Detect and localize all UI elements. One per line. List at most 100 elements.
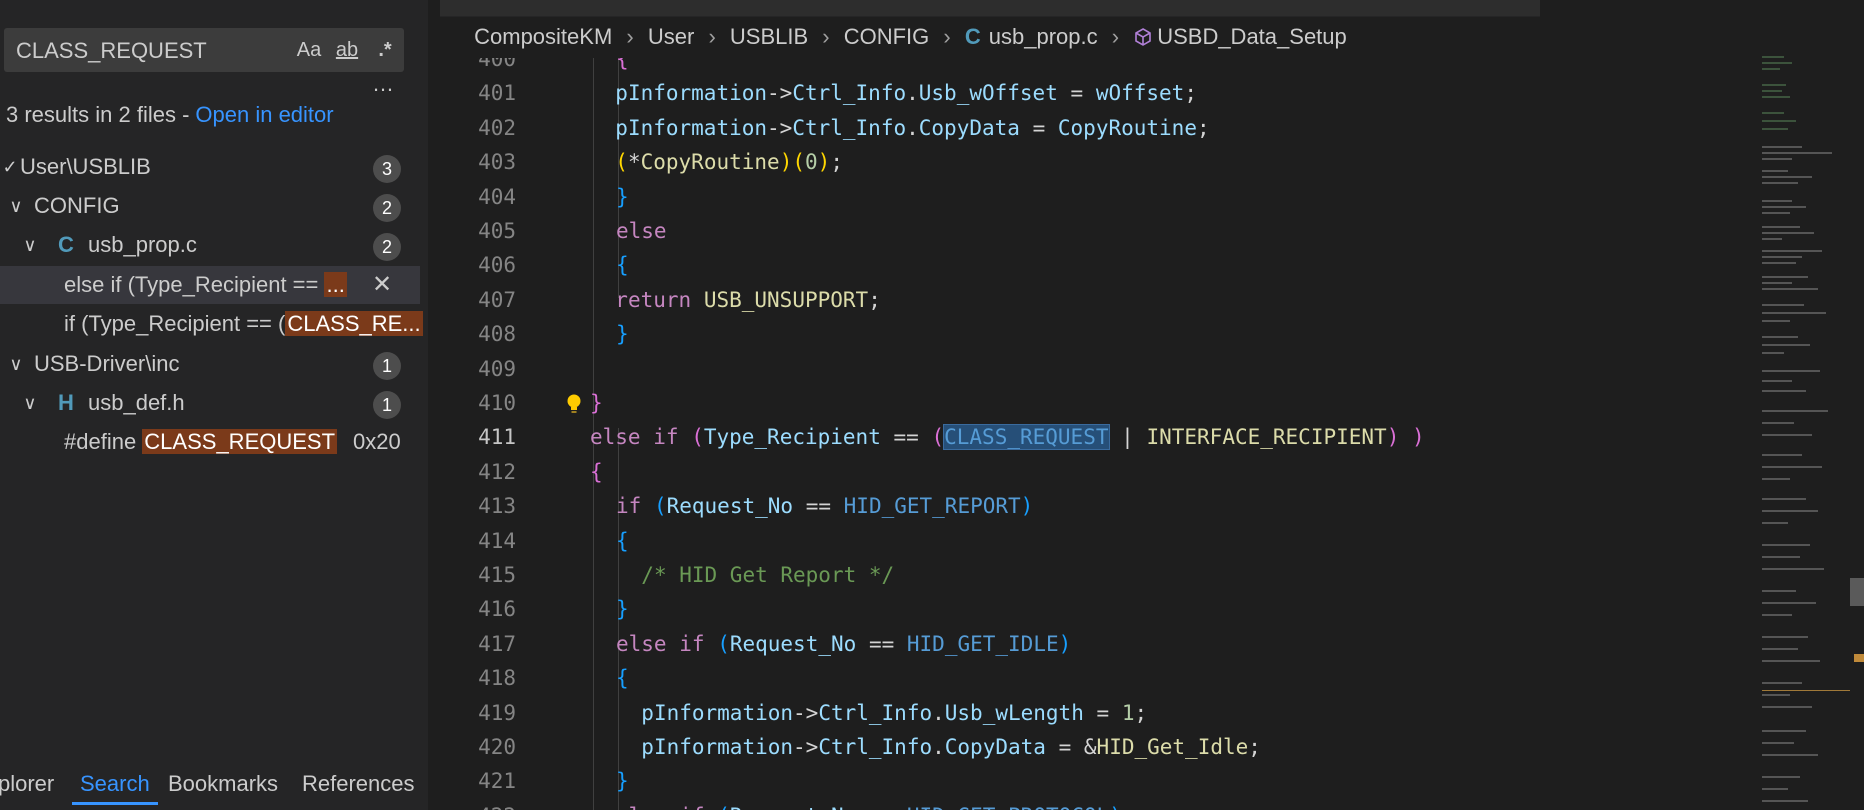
code-line[interactable]: 411 else if (Type_Recipient == (CLASS_REQ…	[440, 420, 1760, 454]
tree-item-label: usb_prop.c	[88, 232, 197, 257]
code-text: if (Request_No == HID_GET_REPORT)	[616, 494, 1034, 519]
more-actions-icon[interactable]: …	[372, 73, 395, 95]
code-line[interactable]: 408}	[440, 317, 1760, 351]
result-folder[interactable]: ✓ User\USBLIB 3	[0, 148, 420, 186]
tab-references[interactable]: References	[302, 766, 415, 802]
code-line[interactable]: 401 pInformation->Ctrl_Info.Usb_wOffset …	[440, 76, 1760, 110]
code-line[interactable]: 414 {	[440, 524, 1760, 558]
code-line[interactable]: 405 else	[440, 214, 1760, 248]
code-line[interactable]: 406 {	[440, 248, 1760, 282]
result-folder[interactable]: ∨ USB-Driver\inc 1	[0, 345, 420, 383]
tab-explorer[interactable]: plorer	[0, 766, 54, 802]
search-match-line[interactable]: else if (Type_Recipient == ... ✕	[0, 266, 420, 304]
sidebar-tab-bar: plorer Search Bookmarks References	[0, 760, 428, 810]
scrollbar-match-marker	[1850, 578, 1864, 606]
tree-item-label: User\USBLIB	[20, 154, 151, 179]
line-number: 414	[478, 528, 516, 553]
match-suffix: 0x20	[353, 429, 401, 454]
result-count-badge: 2	[373, 233, 401, 261]
chevron-right-icon: ›	[943, 24, 951, 49]
tab-bookmarks[interactable]: Bookmarks	[168, 766, 278, 802]
code-line[interactable]: 409	[440, 352, 1760, 386]
code-line[interactable]: 422 else if (Request_No == HID_GET_PROTOC…	[440, 799, 1760, 810]
code-text: {	[616, 666, 629, 691]
search-match-line[interactable]: if (Type_Recipient == (CLASS_RE...	[0, 305, 423, 343]
c-file-icon: C	[58, 232, 74, 257]
tree-item-label: CONFIG	[34, 193, 120, 218]
search-match-line[interactable]: #define CLASS_REQUEST 0x20	[0, 423, 420, 461]
result-file[interactable]: ∨ Cusb_prop.c 2	[0, 226, 420, 264]
open-in-editor-link[interactable]: Open in editor	[195, 102, 333, 127]
editor-tabs-strip[interactable]	[440, 0, 1540, 17]
result-file[interactable]: ∨ Husb_def.h 1	[0, 384, 420, 422]
breadcrumb-item[interactable]: USBLIB	[730, 16, 808, 58]
result-count-badge: 3	[373, 155, 401, 183]
tab-search[interactable]: Search	[72, 766, 158, 805]
result-count-badge: 1	[373, 391, 401, 419]
breadcrumb-item[interactable]: USBD_Data_Setup	[1157, 16, 1347, 58]
code-line[interactable]: 416}	[440, 592, 1760, 626]
regex-toggle[interactable]: .*	[370, 36, 400, 64]
code-line[interactable]: 421}	[440, 764, 1760, 798]
code-editor[interactable]: 400 {401 pInformation->Ctrl_Info.Usb_wOff…	[440, 58, 1760, 810]
line-number: 403	[478, 150, 516, 175]
h-file-icon: H	[58, 390, 74, 415]
code-text: else if (Type_Recipient == (CLASS_REQUES…	[590, 424, 1425, 451]
breadcrumb-item[interactable]: CompositeKM	[474, 16, 612, 58]
line-number: 417	[478, 631, 516, 656]
breadcrumb-item[interactable]: CONFIG	[844, 16, 930, 58]
line-number: 419	[478, 700, 516, 725]
search-input[interactable]	[14, 28, 278, 74]
chevron-down-icon[interactable]: ∨	[20, 226, 40, 264]
breadcrumb-item[interactable]: usb_prop.c	[989, 16, 1098, 58]
minimap[interactable]	[1760, 50, 1860, 810]
code-line[interactable]: 412 {	[440, 455, 1760, 489]
match-highlight: CLASS_RE...	[285, 311, 423, 336]
editor-pane: CompositeKM › User › USBLIB › CONFIG › C…	[440, 0, 1864, 810]
code-line[interactable]: 410}	[440, 386, 1760, 420]
line-number: 401	[478, 81, 516, 106]
vertical-scrollbar[interactable]	[1850, 0, 1864, 810]
line-number: 406	[478, 253, 516, 278]
code-line[interactable]: 415 /* HID Get Report */	[440, 558, 1760, 592]
code-line[interactable]: 419 pInformation->Ctrl_Info.Usb_wLength …	[440, 696, 1760, 730]
lightbulb-icon[interactable]	[566, 392, 582, 414]
chevron-down-icon[interactable]: ✓	[0, 148, 20, 186]
chevron-down-icon[interactable]: ∨	[6, 345, 26, 383]
code-line[interactable]: 417 else if (Request_No == HID_GET_IDLE)	[440, 627, 1760, 661]
sidebar-sash[interactable]	[428, 0, 440, 810]
code-line[interactable]: 400 {	[440, 58, 1760, 76]
code-text: }	[616, 597, 629, 622]
breadcrumb: CompositeKM › User › USBLIB › CONFIG › C…	[440, 16, 1740, 58]
method-cube-icon	[1133, 16, 1153, 58]
line-number: 409	[478, 356, 516, 381]
code-text: }	[616, 184, 629, 209]
code-line[interactable]: 420 pInformation->Ctrl_Info.CopyData = &…	[440, 730, 1760, 764]
breadcrumb-item[interactable]: User	[648, 16, 694, 58]
tree-item-label: USB-Driver\inc	[34, 351, 180, 376]
chevron-down-icon[interactable]: ∨	[20, 384, 40, 422]
match-whole-word-toggle[interactable]: ab	[332, 36, 362, 64]
scrollbar-match-marker	[1854, 654, 1864, 662]
match-preview: if (Type_Recipient == (CLASS_RE...	[64, 305, 423, 343]
search-sidebar: Aa ab .* … 3 results in 2 files -Open in…	[0, 0, 428, 810]
code-text: }	[616, 769, 629, 794]
match-highlight: ...	[324, 272, 347, 297]
results-count-text: 3 results in 2 files -	[6, 102, 190, 127]
result-folder[interactable]: ∨ CONFIG 2	[0, 187, 420, 225]
code-text: pInformation->Ctrl_Info.Usb_wLength = 1;	[641, 700, 1148, 725]
results-summary: 3 results in 2 files - Open in editor	[6, 102, 334, 128]
code-line[interactable]: 403 (*CopyRoutine)(0);	[440, 145, 1760, 179]
c-file-icon: C	[964, 24, 981, 49]
chevron-down-icon[interactable]: ∨	[6, 187, 26, 225]
match-preview: #define CLASS_REQUEST	[64, 423, 338, 461]
match-prefix: #define	[64, 429, 143, 454]
dismiss-result-icon[interactable]: ✕	[372, 266, 392, 304]
code-line[interactable]: 407 return USB_UNSUPPORT;	[440, 283, 1760, 317]
code-text: else	[616, 219, 667, 243]
code-line[interactable]: 418 {	[440, 661, 1760, 695]
match-case-toggle[interactable]: Aa	[294, 36, 324, 64]
code-line[interactable]: 413 if (Request_No == HID_GET_REPORT)	[440, 489, 1760, 523]
code-line[interactable]: 402 pInformation->Ctrl_Info.CopyData = C…	[440, 111, 1760, 145]
code-line[interactable]: 404}	[440, 180, 1760, 214]
